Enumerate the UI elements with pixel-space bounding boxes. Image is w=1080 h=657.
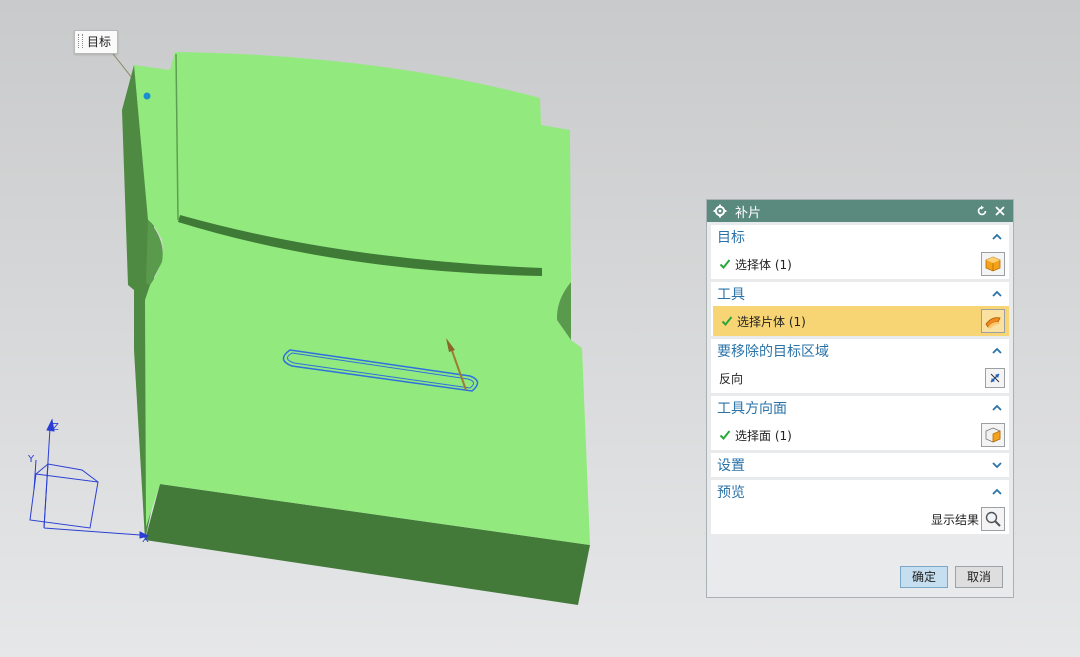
check-icon: [719, 430, 731, 440]
chevron-up-icon: [992, 347, 1002, 354]
dialog-footer: 确定 取消: [707, 557, 1013, 597]
select-face-label: 选择面 (1): [735, 428, 792, 443]
section-label: 设置: [717, 458, 745, 474]
cancel-button[interactable]: 取消: [955, 566, 1003, 588]
check-icon: [721, 316, 733, 326]
sheet-body-icon: [985, 317, 1001, 329]
target-select-row[interactable]: 选择体 (1): [711, 249, 1009, 279]
axis-x-label: X: [142, 534, 149, 545]
select-sheet-label: 选择片体 (1): [737, 314, 806, 329]
target-tag: 目标: [74, 30, 119, 54]
select-body-button[interactable]: [981, 252, 1005, 276]
axis-y-label: Y: [27, 454, 35, 465]
reset-icon: [977, 205, 987, 216]
tool-section: 工具 选择片体 (1): [711, 282, 1009, 336]
close-button[interactable]: [991, 202, 1009, 220]
model-top-face: [134, 52, 590, 545]
reverse-direction-icon: [990, 373, 1000, 383]
select-body-label: 选择体 (1): [735, 257, 792, 272]
section-label: 目标: [717, 230, 745, 246]
tool-face-section: 工具方向面 选择面 (1): [711, 396, 1009, 450]
reverse-direction-button[interactable]: [985, 368, 1005, 388]
axis-z-label: Z: [52, 422, 59, 433]
select-face-button[interactable]: [981, 423, 1005, 447]
target-section: 目标 选择体 (1): [711, 225, 1009, 279]
remove-region-section: 要移除的目标区域 反向: [711, 339, 1009, 393]
face-select-row[interactable]: 选择面 (1): [711, 420, 1009, 450]
chevron-up-icon: [992, 404, 1002, 411]
remove-region-section-header[interactable]: 要移除的目标区域: [711, 339, 1009, 363]
preview-section-header[interactable]: 预览: [711, 480, 1009, 504]
tool-face-section-header[interactable]: 工具方向面: [711, 396, 1009, 420]
target-marker: [143, 92, 151, 100]
dialog-title: 补片: [735, 205, 762, 221]
patch-dialog: 补片 目标 选择体 (1) 工具 选择片体 (1) 要移除的目标区域 反向 工具…: [706, 199, 1014, 598]
dialog-titlebar[interactable]: 补片: [707, 200, 1013, 222]
reset-button[interactable]: [973, 202, 991, 220]
show-result-row: 显示结果: [711, 504, 1009, 534]
section-label: 预览: [717, 485, 745, 501]
show-result-label: 显示结果: [930, 512, 979, 527]
select-sheet-button[interactable]: [981, 309, 1005, 333]
target-section-header[interactable]: 目标: [711, 225, 1009, 249]
close-icon: [995, 206, 1005, 216]
reverse-label: 反向: [719, 371, 744, 386]
gear-icon: [713, 204, 727, 218]
chevron-up-icon: [992, 290, 1002, 297]
tool-select-row[interactable]: 选择片体 (1): [713, 306, 1009, 336]
section-label: 工具: [717, 287, 745, 303]
ok-button[interactable]: 确定: [900, 566, 948, 588]
chevron-up-icon: [992, 488, 1002, 495]
preview-section: 预览 显示结果: [711, 480, 1009, 534]
section-label: 工具方向面: [717, 401, 787, 417]
magnifier-icon: [985, 511, 1001, 527]
solid-body-icon: [985, 256, 1001, 272]
settings-section-header[interactable]: 设置: [711, 453, 1009, 477]
settings-section: 设置: [711, 453, 1009, 477]
section-label: 要移除的目标区域: [717, 344, 829, 360]
check-icon: [719, 259, 731, 269]
face-select-icon: [985, 427, 1001, 443]
chevron-down-icon: [992, 462, 1002, 469]
coordinate-triad: [29, 418, 150, 539]
show-result-button[interactable]: [981, 507, 1005, 531]
reverse-row: 反向: [711, 363, 1009, 393]
tool-section-header[interactable]: 工具: [711, 282, 1009, 306]
chevron-up-icon: [992, 233, 1002, 240]
